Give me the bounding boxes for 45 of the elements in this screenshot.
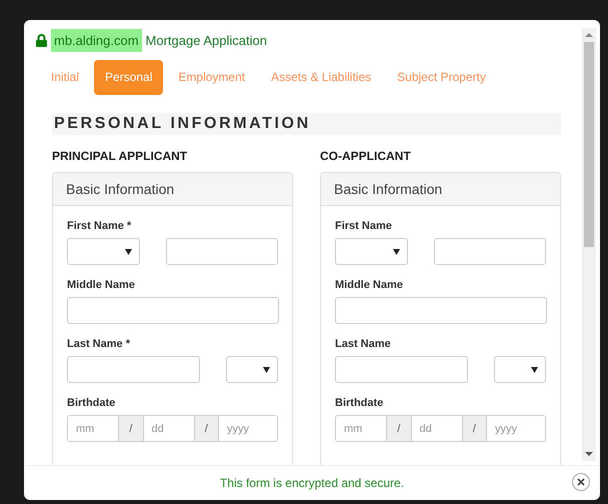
field-label: Birthdate (335, 397, 384, 409)
field-label: Birthdate (67, 397, 116, 409)
tab[interactable]: Initial (40, 60, 90, 95)
tab[interactable]: Personal (94, 60, 164, 95)
input-field[interactable] (335, 356, 468, 383)
date-separator: / (462, 416, 487, 441)
domain-label: mb.alding.com (51, 28, 142, 52)
prefix-dropdown[interactable] (67, 238, 140, 265)
caret-icon (531, 366, 538, 372)
page-title: Mortgage Application (146, 32, 267, 48)
field-label: Middle Name (335, 279, 404, 291)
field-label: Last Name (335, 338, 392, 350)
input-field[interactable] (166, 238, 278, 265)
panel-title: Basic Information (53, 173, 292, 206)
input-field[interactable] (67, 356, 200, 383)
prefix-dropdown[interactable] (335, 238, 408, 265)
caret-icon (263, 366, 270, 372)
padlock-icon (36, 34, 47, 46)
input-field[interactable] (67, 297, 279, 324)
input-field[interactable] (434, 238, 546, 265)
close-icon (577, 478, 585, 486)
date-separator: / (194, 416, 219, 441)
tab[interactable]: Assets & Liabilities (260, 60, 382, 95)
suffix-dropdown[interactable] (226, 356, 278, 383)
input-field[interactable] (335, 297, 547, 324)
caret-icon (393, 248, 400, 254)
tab[interactable]: Subject Property (386, 60, 497, 95)
caret-icon (125, 248, 132, 254)
field-label: Middle Name (67, 279, 136, 291)
field-label: Last Name * (67, 338, 131, 350)
tab[interactable]: Employment (167, 60, 256, 95)
column-heading: PRINCIPAL APPLICANT (52, 149, 188, 163)
suffix-dropdown[interactable] (494, 356, 546, 383)
panel-title: Basic Information (321, 173, 560, 206)
date-separator: / (118, 416, 144, 441)
scrollbar[interactable] (582, 28, 596, 461)
date-separator: / (386, 416, 412, 441)
security-message: This form is encrypted and secure. (220, 476, 404, 490)
date-field[interactable]: mm / dd / yyyy (67, 415, 278, 442)
date-field[interactable]: mm / dd / yyyy (335, 415, 546, 442)
section-title: PERSONAL INFORMATION (52, 113, 561, 135)
field-label: First Name (335, 220, 393, 232)
column-heading: CO-APPLICANT (320, 149, 412, 163)
field-label: First Name * (67, 220, 132, 232)
close-button[interactable] (572, 473, 590, 491)
